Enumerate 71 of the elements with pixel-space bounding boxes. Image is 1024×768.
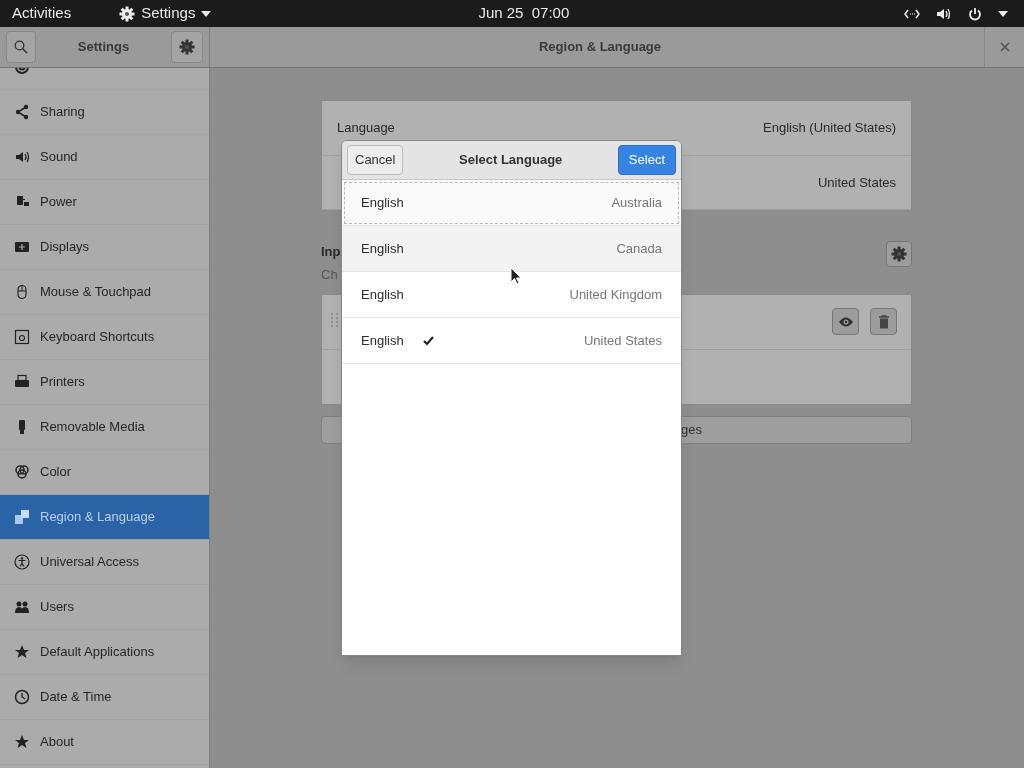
section-heading: Inp	[321, 243, 341, 261]
sidebar-item[interactable]: Universal Access	[0, 540, 209, 585]
printer-icon	[14, 374, 30, 390]
clock[interactable]: Jun 25 07:00	[478, 2, 570, 25]
select-button[interactable]: Select	[617, 145, 676, 175]
language-row[interactable]: English United States	[342, 318, 681, 364]
accessibility-icon	[14, 554, 30, 570]
color-circles-icon	[14, 464, 30, 480]
region-name: Canada	[616, 239, 662, 258]
sidebar-item[interactable]: Sharing	[0, 90, 209, 135]
preview-button[interactable]	[832, 308, 859, 335]
options-button[interactable]	[886, 241, 912, 267]
section-subtitle: Ch	[321, 266, 338, 284]
display-icon	[14, 239, 30, 255]
settings-button[interactable]	[171, 31, 203, 63]
remove-button[interactable]	[870, 308, 897, 335]
language-name: English	[361, 193, 404, 212]
mouse-pointer-icon	[510, 267, 522, 285]
gear-icon	[891, 246, 907, 262]
power-icon	[968, 6, 982, 21]
sidebar-item[interactable]: Sound	[0, 135, 209, 180]
eye-icon	[837, 315, 854, 328]
region-name: United States	[583, 331, 662, 350]
mouse-icon	[14, 284, 30, 300]
users-icon	[14, 599, 30, 615]
close-icon[interactable]	[999, 42, 1010, 52]
network-icon	[904, 8, 920, 19]
language-row[interactable]: English Canada	[342, 226, 681, 272]
sidebar-title: Settings	[77, 38, 130, 57]
setting-value: United States	[817, 173, 896, 192]
dialog-title: Select Language	[458, 151, 564, 170]
sidebar-item[interactable]: About	[0, 720, 209, 765]
sidebar-item[interactable]: Printers	[0, 360, 209, 405]
sidebar-item[interactable]: Region & Language	[0, 495, 209, 540]
volume-icon	[936, 6, 952, 21]
activities-button[interactable]: Activities	[12, 2, 72, 25]
drag-handle-icon[interactable]	[331, 313, 339, 327]
share-icon	[14, 104, 30, 120]
sidebar-item[interactable]: Mouse & Touchpad	[0, 270, 209, 315]
key-icon	[14, 329, 30, 345]
settings-icon	[179, 39, 195, 55]
gear-icon	[119, 5, 136, 22]
language-name: English	[361, 239, 404, 258]
sidebar-item[interactable]: Date & Time	[0, 675, 209, 720]
button-label[interactable]: ges	[681, 420, 702, 440]
search-icon	[14, 40, 28, 54]
setting-value: English (United States)	[763, 119, 896, 137]
clock-icon	[14, 689, 30, 705]
sidebar-item[interactable]: Users	[0, 585, 209, 630]
sidebar-item[interactable]: Default Applications	[0, 630, 209, 675]
sidebar-item[interactable]: Removable Media	[0, 405, 209, 450]
language-name: English	[361, 285, 404, 304]
region-name: United Kingdom	[569, 285, 662, 304]
region-name: Australia	[611, 193, 662, 212]
cancel-button[interactable]: Cancel	[347, 145, 404, 175]
search-button[interactable]	[6, 31, 36, 63]
sidebar-item[interactable]: Displays	[0, 225, 209, 270]
language-row[interactable]: English Australia	[342, 180, 681, 226]
speaker-icon	[14, 149, 30, 165]
setting-label: Language	[337, 119, 395, 137]
sidebar-item[interactable]: Power	[0, 180, 209, 225]
window-title: Region & Language	[537, 38, 662, 57]
caret-icon	[201, 10, 212, 17]
caret-icon	[998, 10, 1008, 17]
region-icon	[14, 509, 30, 525]
app-menu[interactable]: Settings	[141, 2, 196, 25]
star-icon	[14, 644, 30, 660]
language-name: English	[361, 331, 404, 350]
trash-icon	[877, 314, 890, 329]
star-icon	[14, 734, 30, 750]
sidebar-item[interactable]: Keyboard Shortcuts	[0, 315, 209, 360]
